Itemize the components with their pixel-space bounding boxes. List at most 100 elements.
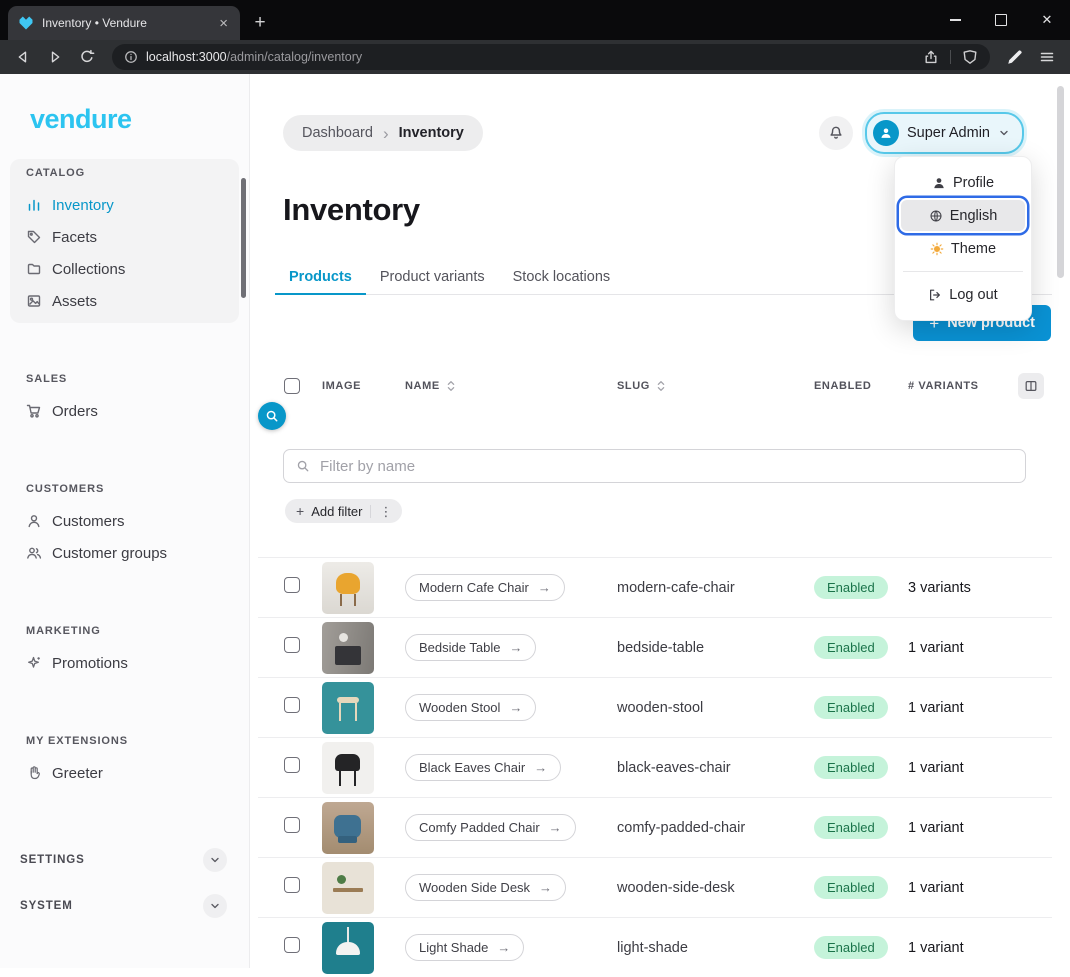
address-bar[interactable]: localhost:3000/admin/catalog/inventory [112,44,990,70]
table-row: Comfy Padded Chair→ comfy-padded-chair E… [258,797,1052,857]
product-name-link[interactable]: Black Eaves Chair→ [405,754,561,781]
browser-menu-icon[interactable] [1032,43,1062,71]
sidebar-item-label: Greeter [52,765,103,782]
product-name-link[interactable]: Light Shade→ [405,934,524,961]
tab-product-variants[interactable]: Product variants [366,260,499,294]
share-icon[interactable] [923,49,939,65]
search-button[interactable] [258,402,286,430]
sun-icon [930,242,944,256]
language-icon [929,209,943,223]
product-thumbnail[interactable] [322,862,374,914]
notifications-button[interactable] [819,116,853,150]
sidebar-section-system[interactable]: SYSTEM [20,883,227,929]
chevron-down-icon[interactable] [203,894,227,918]
product-thumbnail[interactable] [322,922,374,974]
sort-icon[interactable] [655,380,667,392]
back-button[interactable] [8,43,38,71]
greeter-hand-icon [26,765,42,781]
filter-by-name-input[interactable] [318,457,1013,476]
sidebar-item-greeter[interactable]: Greeter [16,757,233,789]
table-body: Modern Cafe Chair→ modern-cafe-chair Ena… [258,557,1052,977]
sidebar-item-customer-groups[interactable]: Customer groups [16,537,233,569]
tab-stock-locations[interactable]: Stock locations [499,260,625,294]
product-name-link[interactable]: Wooden Stool→ [405,694,536,721]
menu-item-language[interactable]: English [901,200,1025,231]
sidebar-item-customers[interactable]: Customers [16,505,233,537]
tab-label: Product variants [380,269,485,285]
product-thumbnail[interactable] [322,742,374,794]
browser-tab[interactable]: Inventory • Vendure × [8,6,240,40]
menu-item-theme[interactable]: Theme [901,233,1025,264]
row-checkbox[interactable] [284,937,300,953]
product-thumbnail[interactable] [322,562,374,614]
sort-icon[interactable] [445,380,457,392]
chevron-down-icon[interactable] [203,848,227,872]
product-slug: light-shade [617,940,814,956]
new-tab-button[interactable]: + [246,9,274,37]
sidebar-item-assets[interactable]: Assets [16,285,233,317]
product-thumbnail[interactable] [322,622,374,674]
product-thumbnail[interactable] [322,802,374,854]
product-thumbnail[interactable] [322,682,374,734]
sidebar-scrollbar[interactable] [241,178,246,298]
product-slug: modern-cafe-chair [617,580,814,596]
menu-item-logout[interactable]: Log out [901,279,1025,310]
row-checkbox[interactable] [284,697,300,713]
arrow-right-icon: → [509,701,522,714]
forward-button[interactable] [40,43,70,71]
tab-close-icon[interactable]: × [217,16,230,31]
maximize-button[interactable] [978,0,1024,40]
product-slug: black-eaves-chair [617,760,814,776]
sidebar-section-settings[interactable]: SETTINGS [20,837,227,883]
sidebar-item-inventory[interactable]: Inventory [16,189,233,221]
brave-shield-icon[interactable] [962,49,978,65]
reload-button[interactable] [72,43,102,71]
user-icon [879,126,893,140]
row-checkbox[interactable] [284,637,300,653]
row-checkbox[interactable] [284,577,300,593]
section-label: SETTINGS [20,854,85,866]
row-checkbox[interactable] [284,877,300,893]
product-name-link[interactable]: Wooden Side Desk→ [405,874,566,901]
menu-item-label: Log out [949,287,997,303]
customer-groups-icon [26,545,42,561]
product-name-link[interactable]: Modern Cafe Chair→ [405,574,565,601]
column-header-slug[interactable]: SLUG [617,380,814,392]
column-header-name[interactable]: NAME [405,380,617,392]
sidebar-item-collections[interactable]: Collections [16,253,233,285]
vendure-logo[interactable]: vendure [30,104,249,135]
sidebar-item-orders[interactable]: Orders [16,395,233,427]
tab-products[interactable]: Products [275,260,366,294]
tab-label: Stock locations [513,269,611,285]
row-checkbox[interactable] [284,817,300,833]
select-all-checkbox[interactable] [284,378,300,394]
sidebar-item-promotions[interactable]: Promotions [16,647,233,679]
search-icon [265,409,279,423]
menu-divider [903,271,1023,272]
nav-group-marketing: MARKETING Promotions [10,617,239,685]
sidebar-item-facets[interactable]: Facets [16,221,233,253]
table-row: Wooden Side Desk→ wooden-side-desk Enabl… [258,857,1052,917]
column-settings-button[interactable] [1018,373,1044,399]
admin-app: vendure CATALOG Inventory Facets [0,74,1070,968]
url-host: localhost:3000 [146,50,227,64]
collections-icon [26,261,42,277]
product-slug: wooden-stool [617,700,814,716]
breadcrumb-dashboard-link[interactable]: Dashboard [302,125,373,141]
add-filter-button[interactable]: + Add filter ⋮ [285,499,402,523]
product-name-link[interactable]: Comfy Padded Chair→ [405,814,576,841]
edit-icon[interactable] [1000,43,1030,71]
page-scrollbar[interactable] [1057,86,1064,278]
product-name-link[interactable]: Bedside Table→ [405,634,536,661]
nav-group-my-extensions: MY EXTENSIONS Greeter [10,727,239,795]
vendure-favicon-icon [18,15,34,31]
menu-item-profile[interactable]: Profile [901,167,1025,198]
site-info-icon[interactable] [124,50,138,64]
user-menu-button[interactable]: Super Admin [865,112,1024,154]
more-options-icon[interactable]: ⋮ [378,505,395,518]
window-controls: ✕ [932,0,1070,40]
status-badge: Enabled [814,696,888,719]
close-button[interactable]: ✕ [1024,0,1070,40]
row-checkbox[interactable] [284,757,300,773]
minimize-button[interactable] [932,0,978,40]
